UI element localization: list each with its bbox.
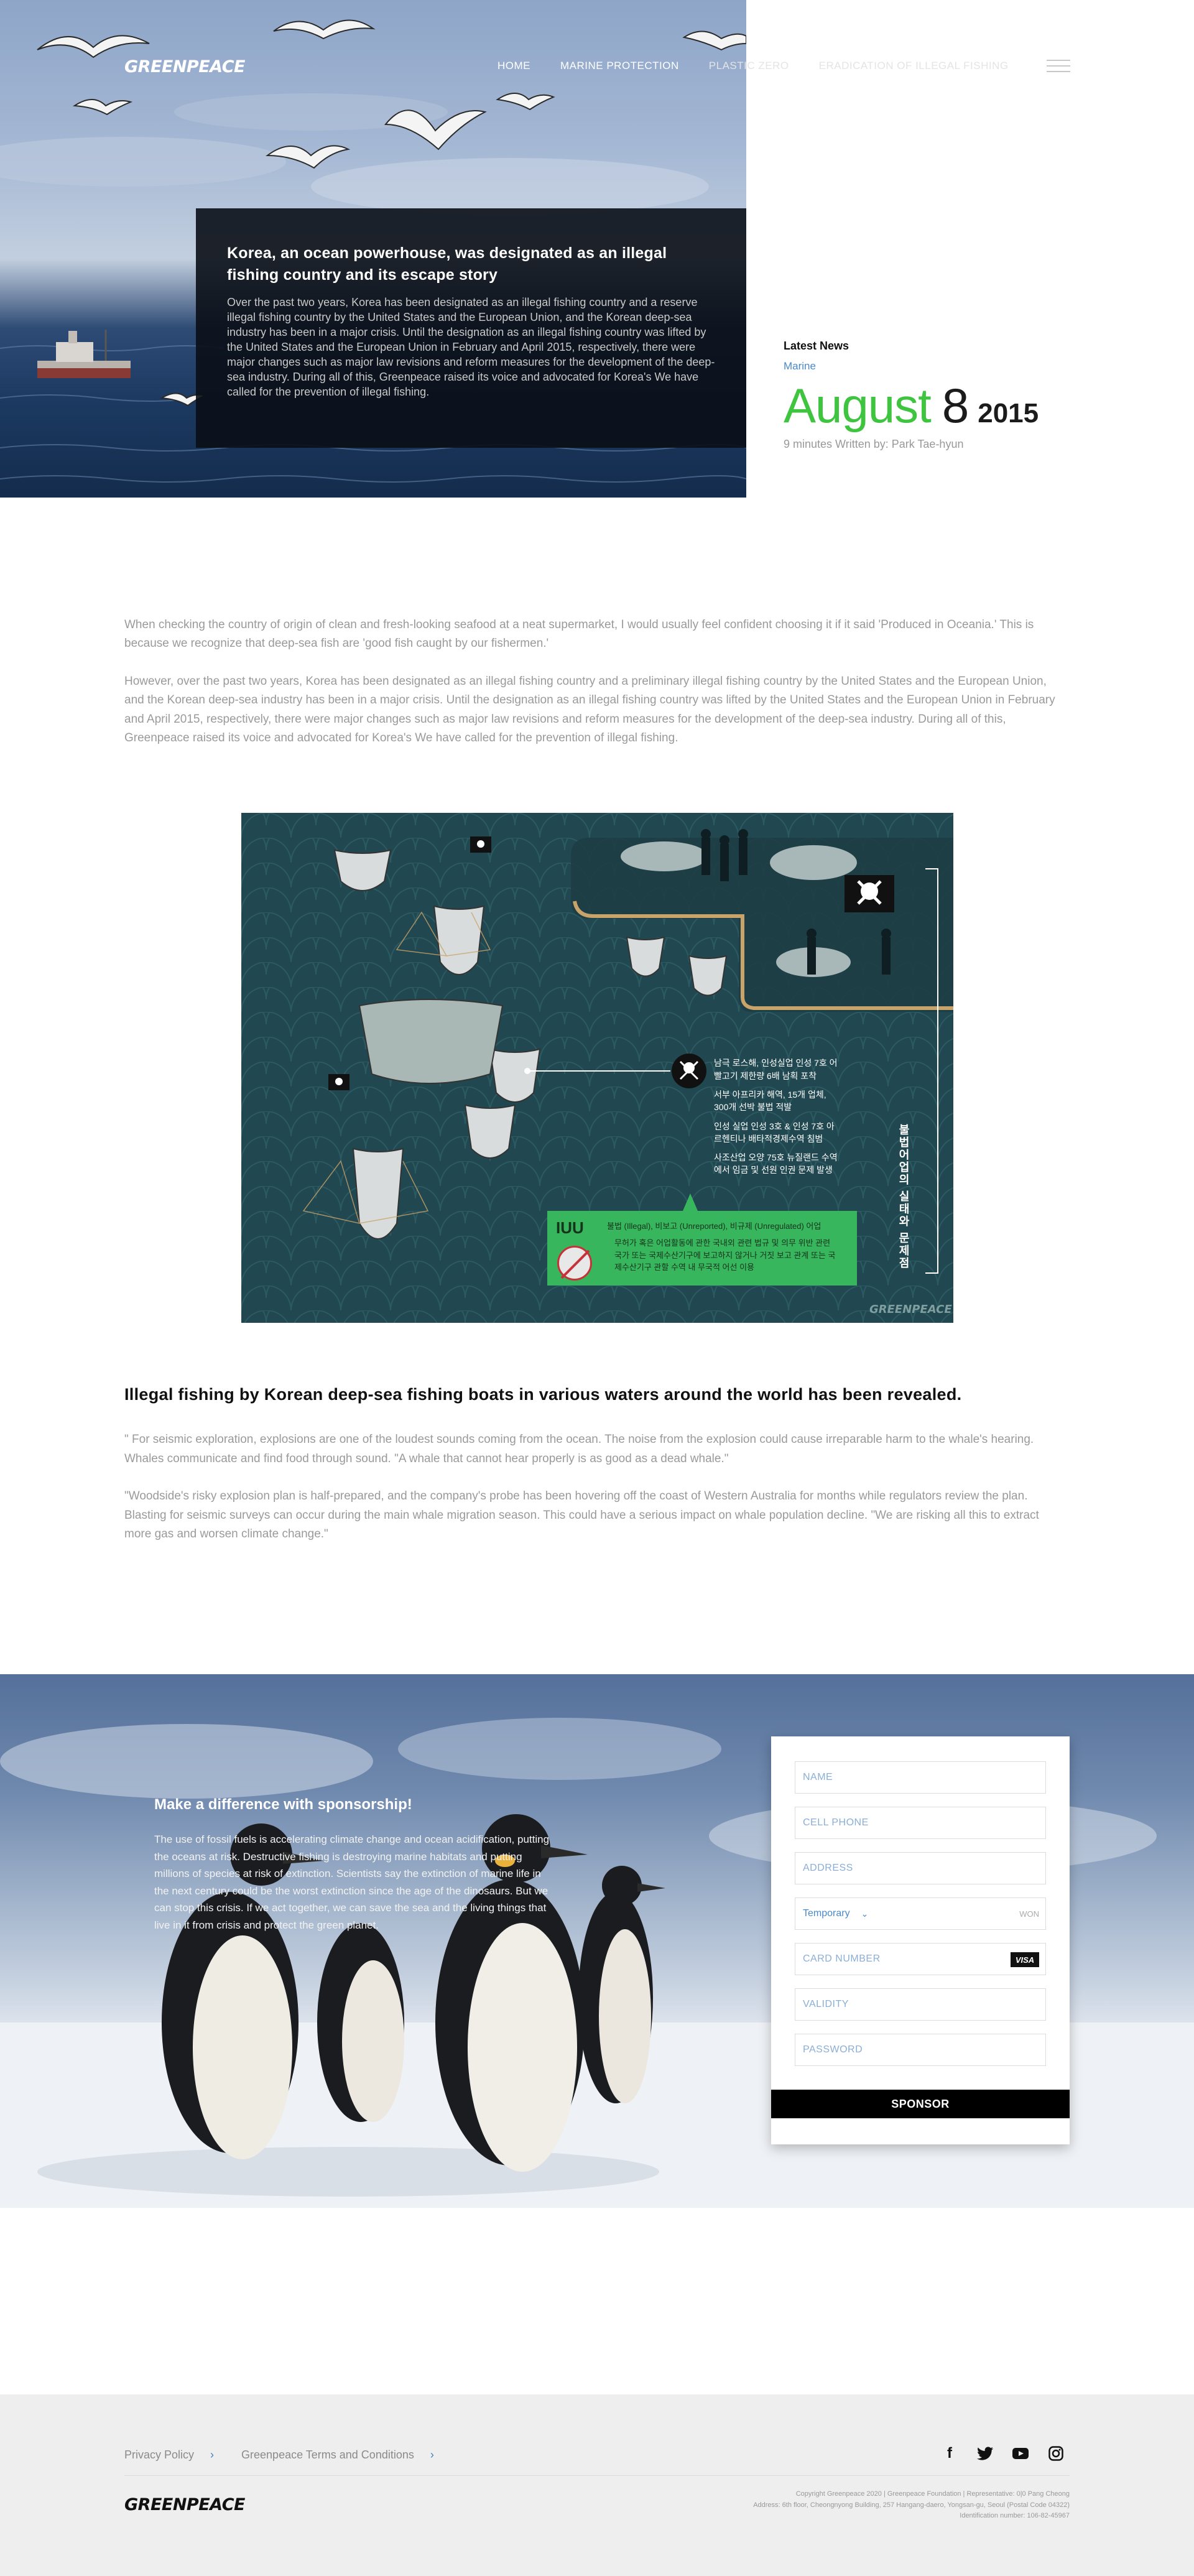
terms-link[interactable]: Greenpeace Terms and Conditions — [241, 2449, 414, 2462]
cell-phone-placeholder: CELL PHONE — [803, 1817, 869, 1828]
hero-section: GREENPEACE HOME MARINE PROTECTION PLASTI… — [0, 0, 1194, 498]
twitter-icon[interactable] — [976, 2444, 994, 2463]
article-quote: "Woodside's risky explosion plan is half… — [124, 1490, 1039, 1541]
nav-link-home[interactable]: HOME — [497, 60, 530, 72]
footer-greenpeace-logo[interactable]: GREENPEACE — [124, 2495, 246, 2514]
case-item: 서부 아프리카 해역, 15개 업체, 300개 선박 불법 적발 — [714, 1089, 826, 1113]
iuu-definition-box: IUU 불법 (Illegal), 비보고 (Unreported), 비규제 … — [547, 1211, 857, 1286]
sponsorship-type-value: Temporary — [803, 1908, 850, 1919]
address-placeholder: ADDRESS — [803, 1863, 853, 1874]
sponsor-section: Make a difference with sponsorship! The … — [0, 1674, 1194, 2208]
date-day: 8 — [942, 378, 970, 433]
cell-phone-field[interactable]: CELL PHONE — [795, 1807, 1046, 1840]
penguin-3 — [317, 1923, 404, 2123]
youtube-icon[interactable] — [1011, 2444, 1030, 2463]
iuu-definition: 불법 (Illegal), 비보고 (Unreported), 비규제 (Unr… — [607, 1221, 821, 1231]
name-placeholder: NAME — [803, 1772, 833, 1783]
case-item: 사조산업 오양 75호 뉴질랜드 수역에서 임금 및 선원 인권 문제 발생 — [714, 1152, 838, 1175]
case-item: 인성 실업 인성 3호 & 인성 7호 아르헨티나 배타적경제수역 침범 — [714, 1121, 835, 1144]
article-quote: " For seismic exploration, explosions ar… — [124, 1433, 1034, 1465]
nav-link-marine-protection[interactable]: MARINE PROTECTION — [560, 60, 679, 72]
no-fishing-icon — [557, 1246, 592, 1281]
privacy-policy-link[interactable]: Privacy Policy — [124, 2449, 194, 2462]
hero-card: Korea, an ocean powerhouse, was designat… — [196, 208, 746, 448]
hamburger-menu-icon[interactable] — [1047, 60, 1070, 73]
social-links: f — [940, 2444, 1065, 2463]
sponsor-form: NAME CELL PHONE ADDRESS Temporary ⌄ WON … — [771, 1736, 1070, 2145]
nav-links: HOME MARINE PROTECTION PLASTIC ZERO ERAD… — [497, 60, 1039, 72]
sponsorship-type-select[interactable]: Temporary ⌄ WON — [795, 1897, 1046, 1930]
article-paragraph: When checking the country of origin of c… — [124, 618, 1034, 651]
date-year: 2015 — [978, 398, 1039, 429]
card-number-placeholder: CARD NUMBER — [803, 1953, 881, 1965]
article-subheading: Illegal fishing by Korean deep-sea fishi… — [124, 1385, 962, 1404]
article-paragraph: However, over the past two years, Korea … — [124, 674, 1055, 744]
article-body: When checking the country of origin of c… — [0, 498, 1194, 1544]
category-link[interactable]: Marine — [784, 360, 1039, 373]
validity-field[interactable]: VALIDITY — [795, 1988, 1046, 2021]
latest-news-panel: Latest News Marine August 8 2015 9 minutes… — [784, 340, 1039, 451]
top-nav: GREENPEACE HOME MARINE PROTECTION PLASTI… — [0, 57, 1194, 76]
illegal-fishing-infographic: 남극 로스해, 인성실업 인성 7호 어빨고기 제한량 6배 남획 포착 서부 … — [241, 813, 953, 1323]
greenpeace-logo[interactable]: GREENPEACE — [124, 57, 246, 76]
password-field[interactable]: PASSWORD — [795, 2034, 1046, 2067]
article-meta: 9 minutes Written by: Park Tae-hyun — [784, 438, 964, 450]
instagram-icon[interactable] — [1047, 2444, 1065, 2463]
case-item: 남극 로스해, 인성실업 인성 7호 어빨고기 제한량 6배 남획 포착 — [714, 1058, 838, 1081]
legal-info: Copyright Greenpeace 2020 | Greenpeace F… — [753, 2489, 1070, 2522]
nav-link-plastic-zero[interactable]: PLASTIC ZERO — [709, 60, 789, 72]
illegal-fishing-cases: 남극 로스해, 인성실업 인성 7호 어빨고기 제한량 6배 남획 포착 서부 … — [714, 1057, 838, 1182]
address-field[interactable]: ADDRESS — [795, 1852, 1046, 1885]
sponsor-body: The use of fossil fuels is accelerating … — [154, 1833, 550, 1931]
publish-date: August 8 2015 — [784, 378, 1039, 434]
iuu-label: IUU — [556, 1218, 584, 1238]
fishing-ship — [37, 330, 131, 378]
currency-label: WON — [1019, 1909, 1039, 1919]
name-field[interactable]: NAME — [795, 1761, 1046, 1794]
card-number-field[interactable]: CARD NUMBER VISA — [795, 1943, 1046, 1976]
validity-placeholder: VALIDITY — [803, 1999, 849, 2010]
footer-divider — [124, 2475, 1070, 2476]
sponsor-heading: Make a difference with sponsorship! — [154, 1796, 412, 1814]
chevron-down-icon[interactable]: ⌄ — [861, 1909, 869, 1919]
infographic-greenpeace-logo: GREENPEACE — [869, 1303, 952, 1317]
infographic-vertical-title: 불법어업의 실태와 문제점 — [897, 1124, 910, 1270]
visa-icon: VISA — [1011, 1952, 1039, 1968]
password-placeholder: PASSWORD — [803, 2044, 863, 2055]
legal-line: Address: 6th floor, Cheongnyong Building… — [753, 2501, 1070, 2509]
hero-summary: Over the past two years, Korea has been … — [227, 296, 715, 398]
sponsor-button[interactable]: SPONSOR — [771, 2090, 1070, 2119]
site-footer: Privacy Policy › Greenpeace Terms and Co… — [0, 2394, 1194, 2576]
nav-link-eradication-of-illegal-fishing[interactable]: ERADICATION OF ILLEGAL FISHING — [819, 60, 1009, 72]
latest-news-heading: Latest News — [784, 340, 849, 352]
hero-title: Korea, an ocean powerhouse, was designat… — [227, 244, 667, 284]
legal-line: Copyright Greenpeace 2020 | Greenpeace F… — [795, 2490, 1070, 2498]
iuu-description: 무허가 혹은 어업활동에 관한 국내외 관련 법규 및 의무 위반 관련 국가 … — [614, 1238, 836, 1272]
chevron-right-icon: › — [430, 2449, 434, 2462]
date-month: August — [784, 378, 932, 433]
legal-line: Identification number: 106-82-45967 — [960, 2512, 1070, 2520]
facebook-icon[interactable]: f — [940, 2444, 959, 2463]
sponsor-copy: Make a difference with sponsorship! The … — [154, 1796, 552, 1934]
footer-links: Privacy Policy › Greenpeace Terms and Co… — [124, 2449, 461, 2462]
chevron-right-icon: › — [210, 2449, 215, 2462]
